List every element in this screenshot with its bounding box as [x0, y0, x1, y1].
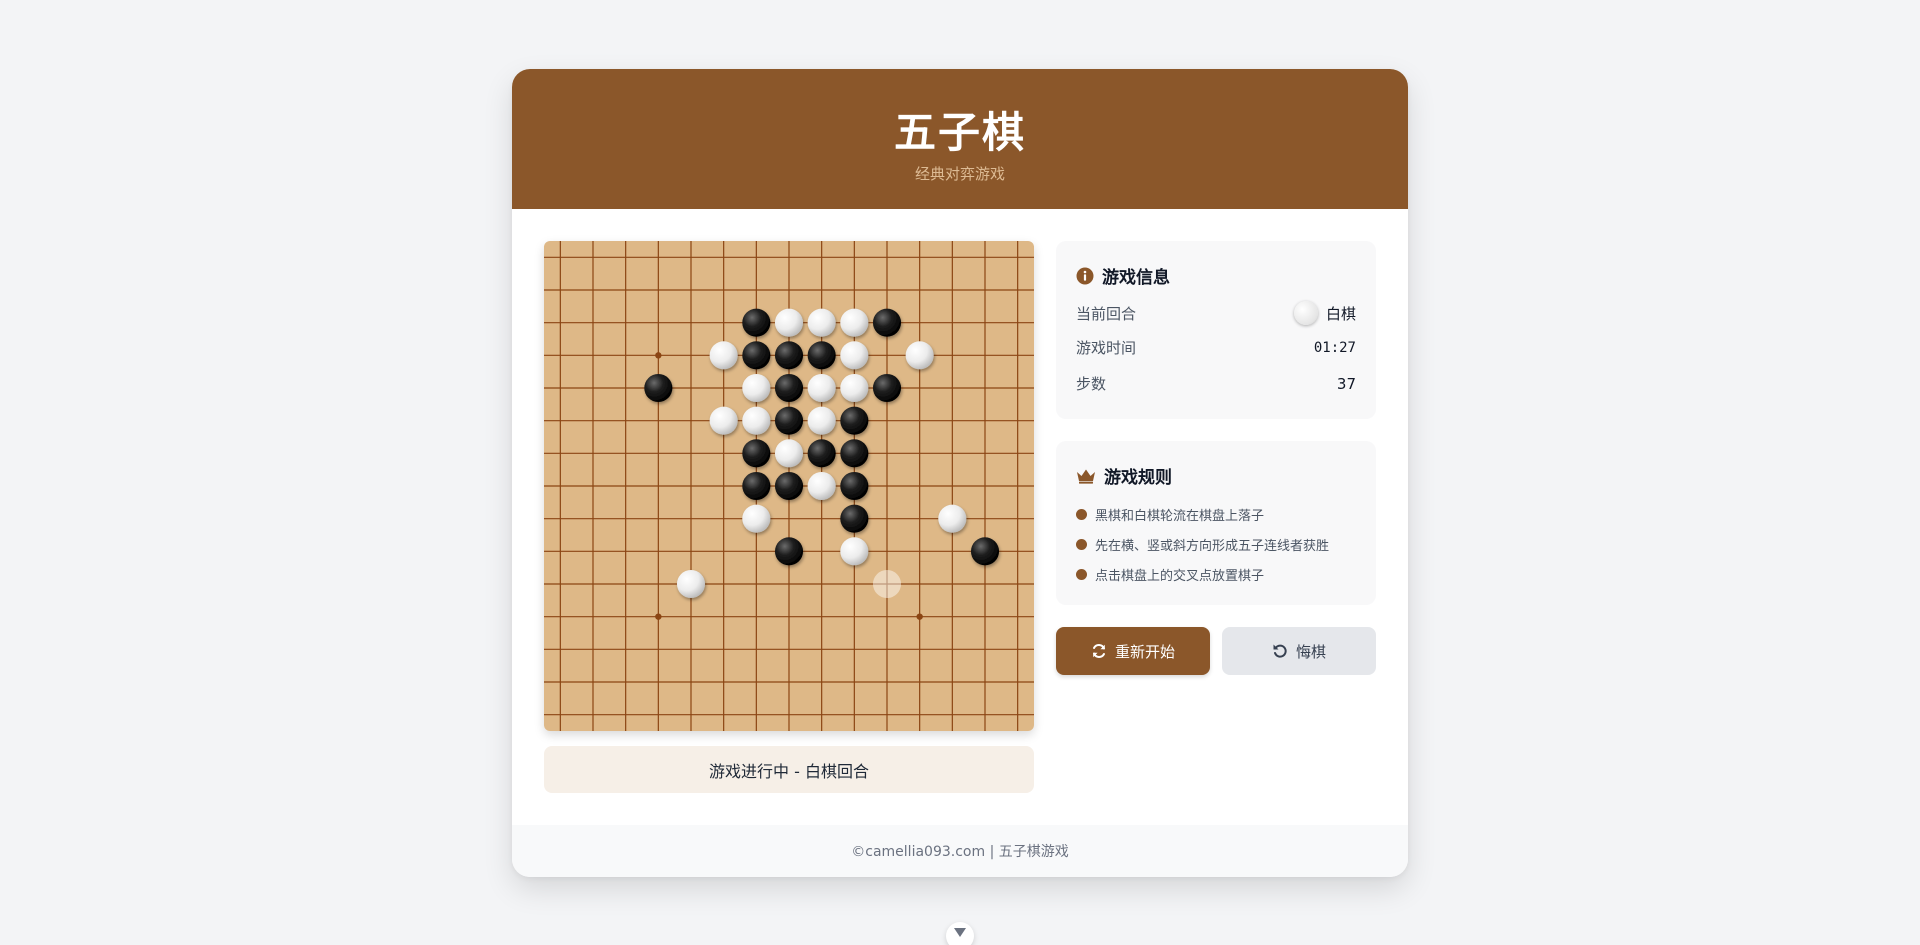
- game-time-value: 01:27: [1313, 339, 1356, 356]
- game-rules-panel: 游戏规则 黑棋和白棋轮流在棋盘上落子 先在横、竖或斜方向形成五子连线者获胜 点击…: [1056, 441, 1376, 605]
- game-info-heading: 游戏信息: [1076, 263, 1170, 288]
- white-stone: [807, 373, 836, 403]
- current-turn-value: 白棋: [1293, 301, 1356, 325]
- black-stone: [774, 341, 804, 370]
- black-stone: [872, 308, 902, 337]
- white-stone: [840, 537, 869, 566]
- rule-text: 先在横、竖或斜方向形成五子连线者获胜: [1095, 538, 1330, 554]
- white-stone: [676, 569, 706, 599]
- chevron-down-icon: [954, 928, 966, 937]
- hover-preview-stone[interactable]: [872, 569, 902, 599]
- refresh-icon: [1092, 644, 1105, 658]
- game-rules-heading-text: 游戏规则: [1104, 468, 1172, 488]
- black-stone: [970, 537, 1000, 566]
- white-stone: [709, 406, 738, 435]
- white-stone: [840, 308, 869, 337]
- rule-item: 黑棋和白棋轮流在棋盘上落子: [1076, 499, 1366, 529]
- white-stone: [742, 406, 771, 435]
- white-stone: [905, 341, 934, 370]
- black-stone: [840, 406, 869, 435]
- white-stone: [807, 308, 836, 337]
- scroll-down-button[interactable]: [946, 922, 974, 945]
- white-stone: [774, 308, 804, 337]
- status-text: 游戏进行中 - 白棋回合: [709, 761, 869, 781]
- game-card: 五子棋 经典对弈游戏 游戏进行中 - 白棋回合 游戏信息 当前回合 白棋 游戏时…: [512, 69, 1408, 877]
- star-point: [916, 613, 923, 620]
- black-stone: [742, 308, 771, 337]
- star-point: [655, 613, 662, 620]
- bullet-icon: [1076, 568, 1087, 580]
- black-stone: [774, 537, 804, 566]
- white-stone: [774, 439, 804, 468]
- game-time-row: 游戏时间 01:27: [1076, 337, 1356, 358]
- black-stone: [774, 471, 804, 501]
- black-stone: [872, 373, 902, 403]
- bullet-icon: [1076, 508, 1087, 520]
- footer: ©camellia093.com | 五子棋游戏: [512, 825, 1408, 877]
- game-rules-heading: 游戏规则: [1076, 463, 1172, 488]
- black-stone: [774, 406, 804, 435]
- black-stone: [807, 439, 836, 468]
- footer-text: ©camellia093.com | 五子棋游戏: [851, 844, 1069, 860]
- header: 五子棋 经典对弈游戏: [512, 69, 1408, 209]
- black-stone: [742, 341, 771, 370]
- current-turn-label: 当前回合: [1076, 304, 1137, 323]
- move-count-value: 37: [1336, 374, 1356, 393]
- white-stone: [709, 341, 738, 370]
- restart-button[interactable]: 重新开始: [1056, 627, 1210, 675]
- current-turn-row: 当前回合 白棋: [1076, 301, 1356, 325]
- white-stone: [840, 373, 869, 403]
- board-canvas[interactable]: [544, 241, 1034, 731]
- current-turn-text: 白棋: [1325, 304, 1356, 323]
- game-info-heading-text: 游戏信息: [1102, 268, 1170, 288]
- undo-button[interactable]: 悔棋: [1222, 627, 1376, 675]
- status-bar: 游戏进行中 - 白棋回合: [544, 746, 1034, 793]
- page-title: 五子棋: [893, 108, 1026, 157]
- game-time-label: 游戏时间: [1076, 339, 1137, 357]
- bullet-icon: [1076, 538, 1087, 550]
- black-stone: [840, 439, 869, 468]
- black-stone: [840, 471, 869, 501]
- info-circle-icon: [1076, 267, 1094, 284]
- white-stone: [938, 504, 967, 533]
- white-stone-icon: [1293, 301, 1318, 325]
- undo-button-label: 悔棋: [1295, 642, 1326, 661]
- rules-list: 黑棋和白棋轮流在棋盘上落子 先在横、竖或斜方向形成五子连线者获胜 点击棋盘上的交…: [1076, 499, 1366, 589]
- white-stone: [807, 406, 836, 435]
- game-info-panel: 游戏信息 当前回合 白棋 游戏时间 01:27 步数 37: [1056, 241, 1376, 419]
- move-count-label: 步数: [1076, 375, 1107, 393]
- crown-icon: [1077, 469, 1095, 484]
- black-stone: [840, 504, 869, 533]
- white-stone: [840, 341, 869, 370]
- move-count-row: 步数 37: [1076, 373, 1356, 394]
- black-stone: [807, 341, 836, 370]
- white-stone: [742, 504, 771, 533]
- rule-item: 先在横、竖或斜方向形成五子连线者获胜: [1076, 529, 1366, 559]
- white-stone: [807, 471, 836, 501]
- page-subtitle: 经典对弈游戏: [914, 165, 1005, 183]
- black-stone: [742, 439, 771, 468]
- rule-text: 点击棋盘上的交叉点放置棋子: [1095, 568, 1265, 584]
- restart-button-label: 重新开始: [1114, 642, 1175, 661]
- rule-item: 点击棋盘上的交叉点放置棋子: [1076, 559, 1366, 589]
- black-stone: [644, 373, 673, 403]
- black-stone: [742, 471, 771, 501]
- white-stone: [742, 373, 771, 403]
- star-point: [655, 352, 662, 359]
- rule-text: 黑棋和白棋轮流在棋盘上落子: [1095, 508, 1265, 524]
- black-stone: [774, 373, 804, 403]
- game-board[interactable]: [544, 241, 1034, 731]
- undo-icon: [1273, 644, 1287, 658]
